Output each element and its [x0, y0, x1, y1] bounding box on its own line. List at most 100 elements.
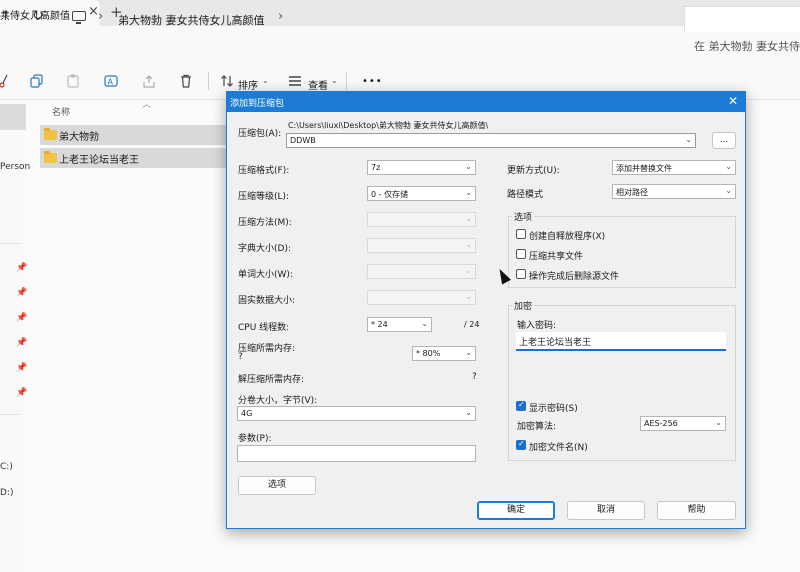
pin-icon: 📌 [16, 338, 28, 348]
chevron-down-icon: ⌄ [685, 135, 692, 144]
search-input[interactable] [684, 6, 800, 32]
memory-usage-select[interactable]: * 80% ⌄ [412, 346, 476, 361]
cut-icon[interactable] [0, 74, 8, 88]
threads-label: CPU 线程数: [238, 323, 290, 333]
delete-after-label: 操作完成后删除源文件 [529, 272, 620, 282]
chevron-down-icon: ⌄ [725, 162, 732, 171]
archive-name-combo[interactable]: DDWB ⌄ [286, 133, 696, 148]
svg-text:A: A [108, 78, 114, 87]
refresh-icon[interactable]: ↻ [32, 8, 44, 24]
file-name: 上老王论坛当老王 [59, 155, 139, 166]
toolbar-divider [346, 72, 347, 90]
paste-icon[interactable] [67, 74, 79, 88]
view-icon [289, 76, 301, 86]
toolbar-divider [208, 72, 209, 90]
update-mode-value: 添加并替换文件 [616, 164, 672, 173]
sort-caret-icon: ︿ [142, 100, 152, 110]
archive-path: C:\Users\liuxi\Desktop\弟大物勃 妻女共侍女儿高颜值\ [288, 121, 489, 130]
nav-divider [0, 414, 20, 415]
chevron-down-icon: ⌄ [465, 214, 472, 223]
encrypt-filenames-label: 加密文件名(N) [529, 443, 588, 453]
chevron-down-icon: ⌄ [465, 188, 472, 197]
split-size-select[interactable]: 4G ⌄ [237, 406, 476, 421]
delete-icon[interactable] [180, 74, 192, 88]
threads-value: * 24 [371, 320, 388, 329]
format-value: 7z [371, 163, 381, 172]
this-pc-icon[interactable] [72, 11, 86, 24]
method-select[interactable]: ⌄ [367, 212, 476, 227]
password-input[interactable]: 上老王论坛当老王 [516, 332, 726, 350]
params-label: 参数(P): [238, 434, 272, 444]
file-name: 弟大物勃 [59, 132, 99, 143]
update-mode-select[interactable]: 添加并替换文件 ⌄ [612, 160, 736, 175]
path-mode-select[interactable]: 相对路径 ⌄ [612, 184, 736, 199]
word-size-select[interactable]: ⌄ [367, 264, 476, 279]
solid-size-select[interactable]: ⌄ [367, 290, 476, 305]
dialog-titlebar[interactable] [227, 92, 745, 112]
chevron-down-icon: ⌄ [725, 186, 732, 195]
address-bar [0, 26, 800, 64]
encryption-method-label: 加密算法: [517, 422, 557, 432]
encrypt-filenames-checkbox[interactable] [516, 439, 526, 450]
password-label: 输入密码: [517, 321, 557, 331]
ok-button[interactable]: 确定 [477, 501, 555, 520]
split-size-value: 4G [241, 409, 253, 418]
browse-button[interactable]: ... [712, 132, 736, 149]
shared-files-checkbox[interactable] [516, 249, 526, 259]
chevron-down-icon: ⌄ [465, 408, 472, 417]
threads-select[interactable]: * 24 ⌄ [367, 317, 432, 332]
dict-size-select[interactable]: ⌄ [367, 238, 476, 253]
memory-usage-value: * 80% [416, 349, 441, 358]
close-icon[interactable]: ✕ [728, 94, 738, 108]
pin-icon: 📌 [16, 288, 28, 298]
help-button[interactable]: 帮助 [657, 501, 736, 520]
solid-size-label: 固实数据大小: [238, 296, 296, 306]
chevron-down-icon: ⌄ [465, 348, 472, 357]
delete-after-checkbox[interactable] [516, 269, 526, 279]
sfx-checkbox[interactable] [516, 229, 526, 239]
dialog-title: 添加到压缩包 [230, 99, 285, 109]
params-input[interactable] [237, 445, 476, 462]
path-mode-value: 相对路径 [616, 188, 648, 197]
options-button[interactable]: 选项 [238, 476, 316, 495]
format-select[interactable]: 7z ⌄ [367, 160, 476, 175]
update-mode-label: 更新方式(U): [507, 166, 560, 176]
sort-icon [221, 75, 233, 87]
more-options-icon[interactable]: ••• [362, 76, 383, 87]
pin-icon: 📌 [16, 263, 28, 273]
sfx-label: 创建自释放程序(X) [529, 232, 606, 242]
level-select[interactable]: 0 - 仅存储 ⌄ [367, 186, 476, 201]
breadcrumb[interactable]: 弟大物勃 妻女共侍女儿高颜值 [118, 12, 265, 28]
shared-files-label: 压缩共享文件 [529, 252, 584, 262]
show-password-checkbox[interactable] [516, 400, 526, 411]
nav-divider [0, 243, 20, 244]
cancel-button[interactable]: 取消 [567, 501, 645, 520]
share-icon[interactable] [142, 74, 156, 88]
password-focus-underline [516, 349, 726, 351]
nav-pane-selected-item[interactable] [0, 104, 26, 130]
nav-item-drive-c[interactable]: C:) [0, 462, 13, 472]
path-mode-label: 路径模式 [507, 190, 544, 200]
view-button[interactable]: 查看 [308, 77, 328, 92]
pin-icon: 📌 [16, 388, 28, 398]
nav-item-person[interactable]: Person [0, 162, 30, 172]
rename-icon[interactable]: A [104, 73, 120, 89]
chevron-down-icon: ⌄ [715, 418, 722, 427]
chevron-down-icon: ⌄ [262, 76, 269, 85]
column-header-name[interactable]: 名称 [52, 105, 70, 118]
nav-item-drive-d[interactable]: D:) [0, 488, 13, 498]
chevron-right-icon[interactable]: › [278, 9, 283, 24]
chevron-down-icon: ⌄ [465, 162, 472, 171]
compress-memory-value: ? [238, 352, 243, 362]
compress-memory-label: 压缩所需内存: [238, 344, 296, 354]
copy-icon[interactable] [30, 74, 44, 88]
decompress-memory-label: 解压缩所需内存: [238, 375, 305, 385]
show-password-label: 显示密码(S) [529, 404, 578, 414]
up-arrow-icon[interactable]: ↑ [0, 9, 11, 24]
split-size-label: 分卷大小，字节(V): [238, 396, 318, 406]
sort-button[interactable]: 排序 [238, 77, 258, 92]
folder-icon [44, 151, 57, 163]
method-label: 压缩方法(M): [238, 218, 292, 228]
encryption-method-select[interactable]: AES-256 ⌄ [640, 416, 726, 431]
level-value: 0 - 仅存储 [371, 190, 409, 199]
